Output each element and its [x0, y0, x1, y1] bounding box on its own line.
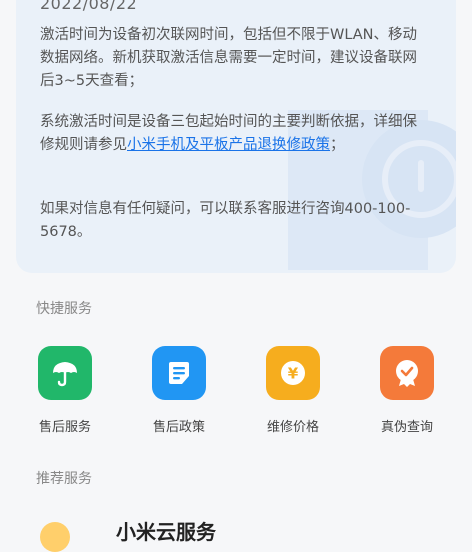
quick-services-title: 快捷服务 — [36, 301, 92, 317]
repair-price-label: 维修价格 — [266, 420, 319, 435]
activation-note: 激活时间为设备初次联网时间，包括但不限于WLAN、移动数据网络。新机获取激活信息… — [40, 27, 418, 89]
after-sales-service-label: 售后服务 — [38, 420, 91, 435]
umbrella-icon — [38, 346, 92, 400]
after-sales-policy-label: 售后政策 — [152, 420, 205, 435]
activation-date: 2022/08/22 — [40, 0, 138, 13]
after-sales-service-button[interactable]: 售后服务 — [20, 346, 110, 435]
verified-badge-icon — [380, 346, 434, 400]
warranty-policy-link[interactable]: 小米手机及平板产品退换修政策 — [127, 137, 330, 153]
cloud-service-item[interactable]: 小米云服务 — [116, 516, 216, 545]
warranty-note: 系统激活时间是设备三包起始时间的主要判断依据，详细保修规则请参见小米手机及平板产… — [40, 111, 420, 157]
authenticity-check-label: 真伪查询 — [380, 420, 433, 435]
svg-text:¥: ¥ — [288, 365, 299, 383]
contact-note: 如果对信息有任何疑问，可以联系客服进行咨询400-100-5678。 — [40, 201, 411, 240]
recommended-services-title: 推荐服务 — [36, 471, 92, 487]
cloud-service-icon — [40, 522, 70, 552]
clock-hand-decoration — [418, 160, 424, 192]
warranty-note-end: ； — [330, 137, 345, 153]
document-icon — [152, 346, 206, 400]
repair-price-button[interactable]: ¥ 维修价格 — [248, 346, 338, 435]
authenticity-check-button[interactable]: 真伪查询 — [362, 346, 452, 435]
after-sales-policy-button[interactable]: 售后政策 — [134, 346, 224, 435]
yen-coin-icon: ¥ — [266, 346, 320, 400]
